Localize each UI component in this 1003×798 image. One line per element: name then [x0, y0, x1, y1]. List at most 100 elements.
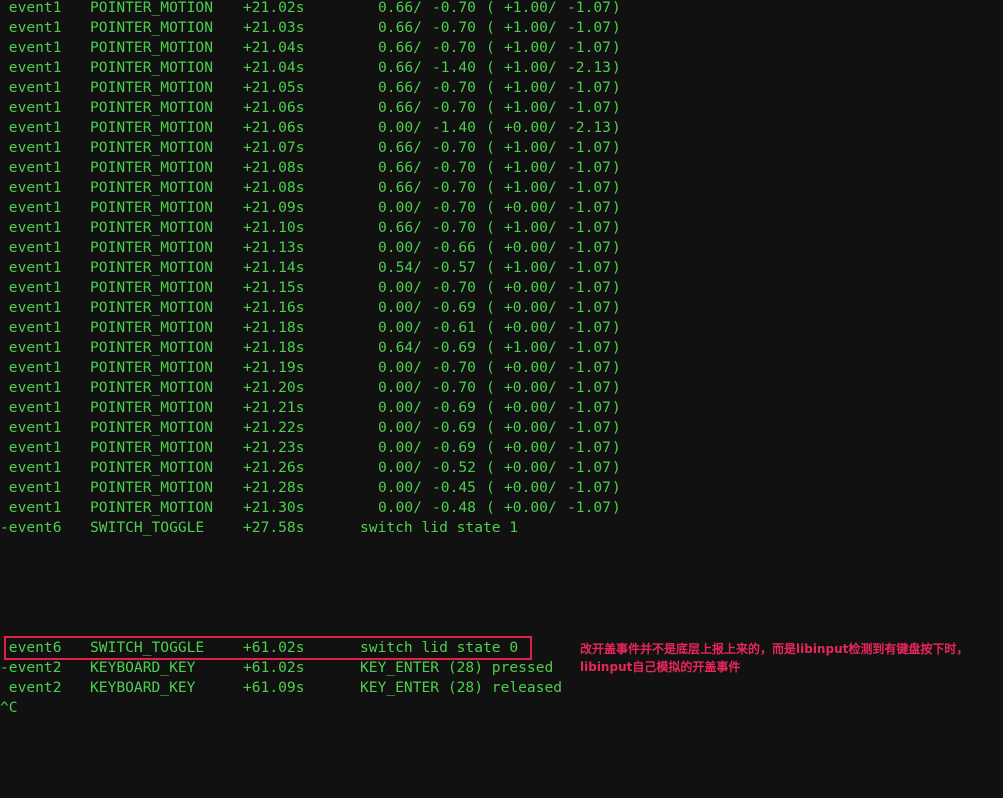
unaccel-dy: -1.07 — [567, 179, 611, 196]
paren-open: ( — [486, 459, 495, 476]
unaccel-dy: -1.07 — [567, 19, 611, 36]
timestamp: +21.16s — [243, 299, 305, 316]
terminal-output[interactable]: event1 POINTER_MOTION +21.02s 0.66/ -0.70 (+1… — [0, 0, 1003, 724]
event-type: POINTER_MOTION — [90, 499, 214, 516]
timestamp: +21.13s — [243, 239, 305, 256]
event-type: POINTER_MOTION — [90, 199, 214, 216]
paren-open: ( — [486, 299, 495, 316]
timestamp: +21.07s — [243, 139, 305, 156]
unaccel-dy: -1.07 — [567, 39, 611, 56]
unaccel-dy: -1.07 — [567, 99, 611, 116]
unaccel-dy: -1.07 — [567, 259, 611, 276]
motion-dy: -0.69 — [432, 399, 476, 416]
unaccel-dx: +1.00/ — [504, 139, 557, 156]
motion-dx: 0.00/ — [378, 239, 422, 256]
paren-close: ) — [612, 499, 621, 516]
timestamp: +21.03s — [243, 19, 305, 36]
unaccel-dx: +1.00/ — [504, 259, 557, 276]
paren-open: ( — [486, 419, 495, 436]
paren-close: ) — [612, 259, 621, 276]
unaccel-dy: -1.07 — [567, 459, 611, 476]
paren-close: ) — [612, 39, 621, 56]
unaccel-dx: +1.00/ — [504, 79, 557, 96]
event-type: KEYBOARD_KEY — [90, 679, 196, 696]
motion-dx: 0.00/ — [378, 459, 422, 476]
device-name: event1 — [0, 59, 62, 76]
device-name: event1 — [0, 19, 62, 36]
unaccel-dy: -1.07 — [567, 199, 611, 216]
motion-dy: -0.70 — [432, 199, 476, 216]
motion-dx: 0.00/ — [378, 359, 422, 376]
timestamp: +61.02s — [243, 659, 305, 676]
event-type: POINTER_MOTION — [90, 459, 214, 476]
event-type: POINTER_MOTION — [90, 259, 214, 276]
motion-dx: 0.00/ — [378, 439, 422, 456]
device-name: event1 — [0, 259, 62, 276]
unaccel-dy: -1.07 — [567, 239, 611, 256]
paren-close: ) — [612, 439, 621, 456]
paren-open: ( — [486, 0, 495, 16]
event-description: KEY_ENTER (28) released — [360, 679, 563, 696]
device-name: event1 — [0, 459, 62, 476]
event-type: POINTER_MOTION — [90, 39, 214, 56]
timestamp: +21.23s — [243, 439, 305, 456]
event-type: POINTER_MOTION — [90, 79, 214, 96]
unaccel-dy: -1.07 — [567, 399, 611, 416]
unaccel-dy: -1.07 — [567, 299, 611, 316]
paren-open: ( — [486, 179, 495, 196]
device-name: event1 — [0, 479, 62, 496]
motion-dx: 0.66/ — [378, 0, 422, 16]
event-description: switch lid state 1 — [360, 519, 519, 536]
unaccel-dy: -1.07 — [567, 279, 611, 296]
paren-open: ( — [486, 119, 495, 136]
paren-close: ) — [612, 19, 621, 36]
unaccel-dx: +0.00/ — [504, 279, 557, 296]
timestamp: +21.09s — [243, 199, 305, 216]
motion-dx: 0.00/ — [378, 419, 422, 436]
paren-open: ( — [486, 499, 495, 516]
device-name: event1 — [0, 159, 62, 176]
unaccel-dx: +1.00/ — [504, 59, 557, 76]
unaccel-dx: +0.00/ — [504, 119, 557, 136]
event-type: KEYBOARD_KEY — [90, 659, 196, 676]
paren-open: ( — [486, 199, 495, 216]
unaccel-dx: +1.00/ — [504, 339, 557, 356]
motion-dx: 0.66/ — [378, 219, 422, 236]
motion-dx: 0.66/ — [378, 59, 422, 76]
log-line-switch-lid-1: -event6 SWITCH_TOGGLE +27.58s switch lid… — [0, 518, 518, 538]
timestamp: +21.26s — [243, 459, 305, 476]
device-name: event1 — [0, 399, 62, 416]
paren-close: ) — [612, 479, 621, 496]
device-name: event1 — [0, 439, 62, 456]
device-name: event1 — [0, 119, 62, 136]
unaccel-dy: -2.13 — [567, 119, 611, 136]
device-name: event1 — [0, 139, 62, 156]
timestamp: +21.19s — [243, 359, 305, 376]
paren-close: ) — [612, 159, 621, 176]
device-name: event6 — [0, 639, 62, 656]
unaccel-dx: +1.00/ — [504, 39, 557, 56]
motion-dx: 0.00/ — [378, 279, 422, 296]
event-type: POINTER_MOTION — [90, 99, 214, 116]
motion-dy: -0.70 — [432, 39, 476, 56]
event-type: POINTER_MOTION — [90, 299, 214, 316]
log-line-switch-lid-0: event6 SWITCH_TOGGLE +61.02s switch lid … — [0, 638, 518, 658]
paren-close: ) — [612, 299, 621, 316]
event-type: POINTER_MOTION — [90, 239, 214, 256]
paren-open: ( — [486, 99, 495, 116]
device-name: event1 — [0, 199, 62, 216]
motion-dy: -0.70 — [432, 359, 476, 376]
unaccel-dy: -1.07 — [567, 219, 611, 236]
unaccel-dy: -1.07 — [567, 439, 611, 456]
paren-close: ) — [612, 119, 621, 136]
device-name: event1 — [0, 179, 62, 196]
timestamp: +21.18s — [243, 319, 305, 336]
motion-dy: -0.61 — [432, 319, 476, 336]
device-name: event1 — [0, 359, 62, 376]
timestamp: +21.05s — [243, 79, 305, 96]
motion-dy: -0.57 — [432, 259, 476, 276]
timestamp: +21.08s — [243, 159, 305, 176]
paren-open: ( — [486, 259, 495, 276]
device-name: event1 — [0, 79, 62, 96]
event-type: SWITCH_TOGGLE — [90, 639, 205, 656]
